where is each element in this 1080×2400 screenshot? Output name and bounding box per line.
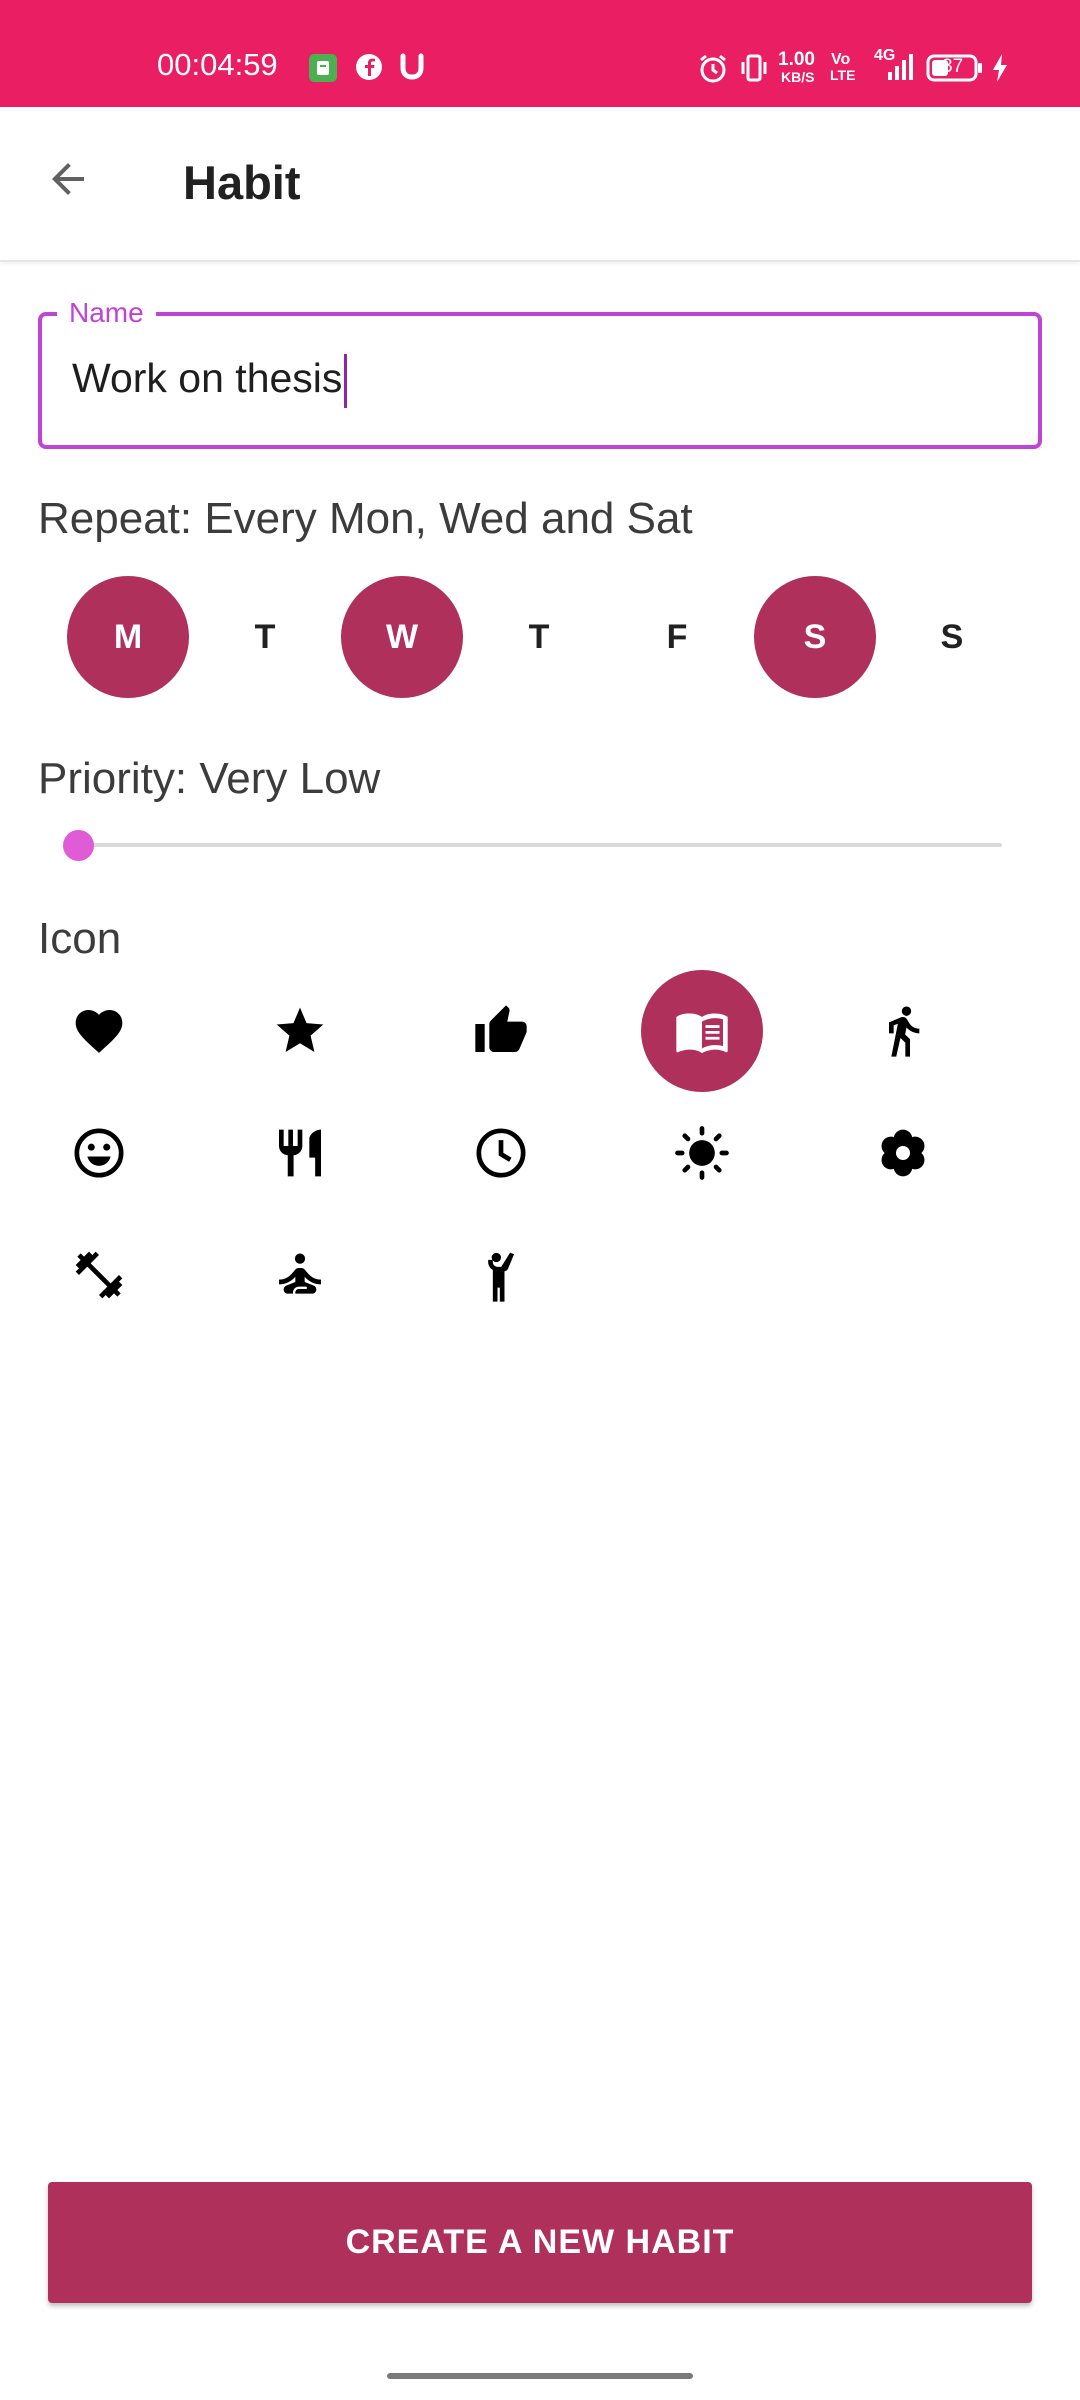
signal-icon xyxy=(886,52,916,87)
facebook-icon xyxy=(354,52,384,87)
name-input-value: Work on thesis xyxy=(72,354,343,401)
thumb-up-icon xyxy=(475,1005,527,1052)
day-toggle-sunday[interactable]: S xyxy=(891,576,1013,698)
icon-option-thumb-up[interactable] xyxy=(440,970,562,1092)
volte-top: Vo xyxy=(831,51,851,68)
day-toggle-tuesday[interactable]: T xyxy=(204,576,326,698)
create-habit-button[interactable]: CREATE A NEW HABIT xyxy=(48,2182,1032,2303)
icon-option-person-raising-hand[interactable] xyxy=(440,1214,562,1336)
gesture-navigation-bar[interactable] xyxy=(387,2373,693,2379)
day-toggle-monday[interactable]: M xyxy=(67,576,189,698)
status-bar: 00:04:59 1.00 KB/S Vo LTE 4G 37 xyxy=(0,0,1080,107)
repeat-label: Repeat: Every Mon, Wed and Sat xyxy=(38,494,693,543)
arrow-back-icon xyxy=(52,163,84,195)
icon-label: Icon xyxy=(38,914,122,963)
icon-option-star[interactable] xyxy=(239,970,361,1092)
net-speed-value: 1.00 xyxy=(778,49,815,70)
text-caret xyxy=(344,354,348,408)
icon-option-flower[interactable] xyxy=(842,1092,964,1214)
icon-option-book[interactable] xyxy=(641,970,763,1092)
name-input[interactable]: Work on thesis xyxy=(72,354,972,408)
flower-icon xyxy=(881,1129,925,1177)
clock-icon xyxy=(476,1128,526,1178)
day-toggle-saturday[interactable]: S xyxy=(754,576,876,698)
vibrate-icon xyxy=(738,52,770,89)
meditation-icon xyxy=(279,1253,321,1294)
restaurant-icon xyxy=(279,1129,321,1177)
day-toggle-friday[interactable]: F xyxy=(616,576,738,698)
volte-bottom: LTE xyxy=(830,67,856,83)
name-field[interactable]: Work on thesis xyxy=(38,312,1042,449)
icon-option-clock[interactable] xyxy=(440,1092,562,1214)
alarm-icon xyxy=(697,52,729,89)
app-notification-icon xyxy=(307,52,339,89)
heart-icon xyxy=(75,1010,123,1053)
icon-option-meditation[interactable] xyxy=(239,1214,361,1336)
back-button[interactable] xyxy=(36,147,100,211)
app-bar: Habit xyxy=(0,107,1080,262)
fitness-icon xyxy=(75,1251,123,1299)
charging-icon xyxy=(990,52,1010,89)
person-raising-hand-icon xyxy=(488,1252,515,1302)
status-time: 00:04:59 xyxy=(157,47,278,82)
net-speed-unit: KB/S xyxy=(781,69,815,85)
icon-option-restaurant[interactable] xyxy=(239,1092,361,1214)
priority-slider-thumb[interactable] xyxy=(63,830,94,861)
icon-option-fitness[interactable] xyxy=(38,1214,160,1336)
u-app-icon xyxy=(398,52,426,87)
page-title: Habit xyxy=(183,156,301,209)
book-icon xyxy=(676,1013,728,1054)
day-toggle-thursday[interactable]: T xyxy=(478,576,600,698)
sun-icon xyxy=(675,1126,729,1180)
battery-level: 37 xyxy=(942,56,964,77)
icon-option-smiley[interactable] xyxy=(38,1092,160,1214)
icon-option-heart[interactable] xyxy=(38,970,160,1092)
icon-option-walk[interactable] xyxy=(842,970,964,1092)
priority-label: Priority: Very Low xyxy=(38,754,381,803)
smiley-icon xyxy=(74,1128,124,1178)
star-icon xyxy=(276,1007,324,1052)
icon-option-sun[interactable] xyxy=(641,1092,763,1214)
walk-icon xyxy=(889,1006,920,1057)
name-field-label: Name xyxy=(57,297,156,329)
day-toggle-wednesday[interactable]: W xyxy=(341,576,463,698)
priority-slider-track[interactable] xyxy=(78,843,1002,847)
